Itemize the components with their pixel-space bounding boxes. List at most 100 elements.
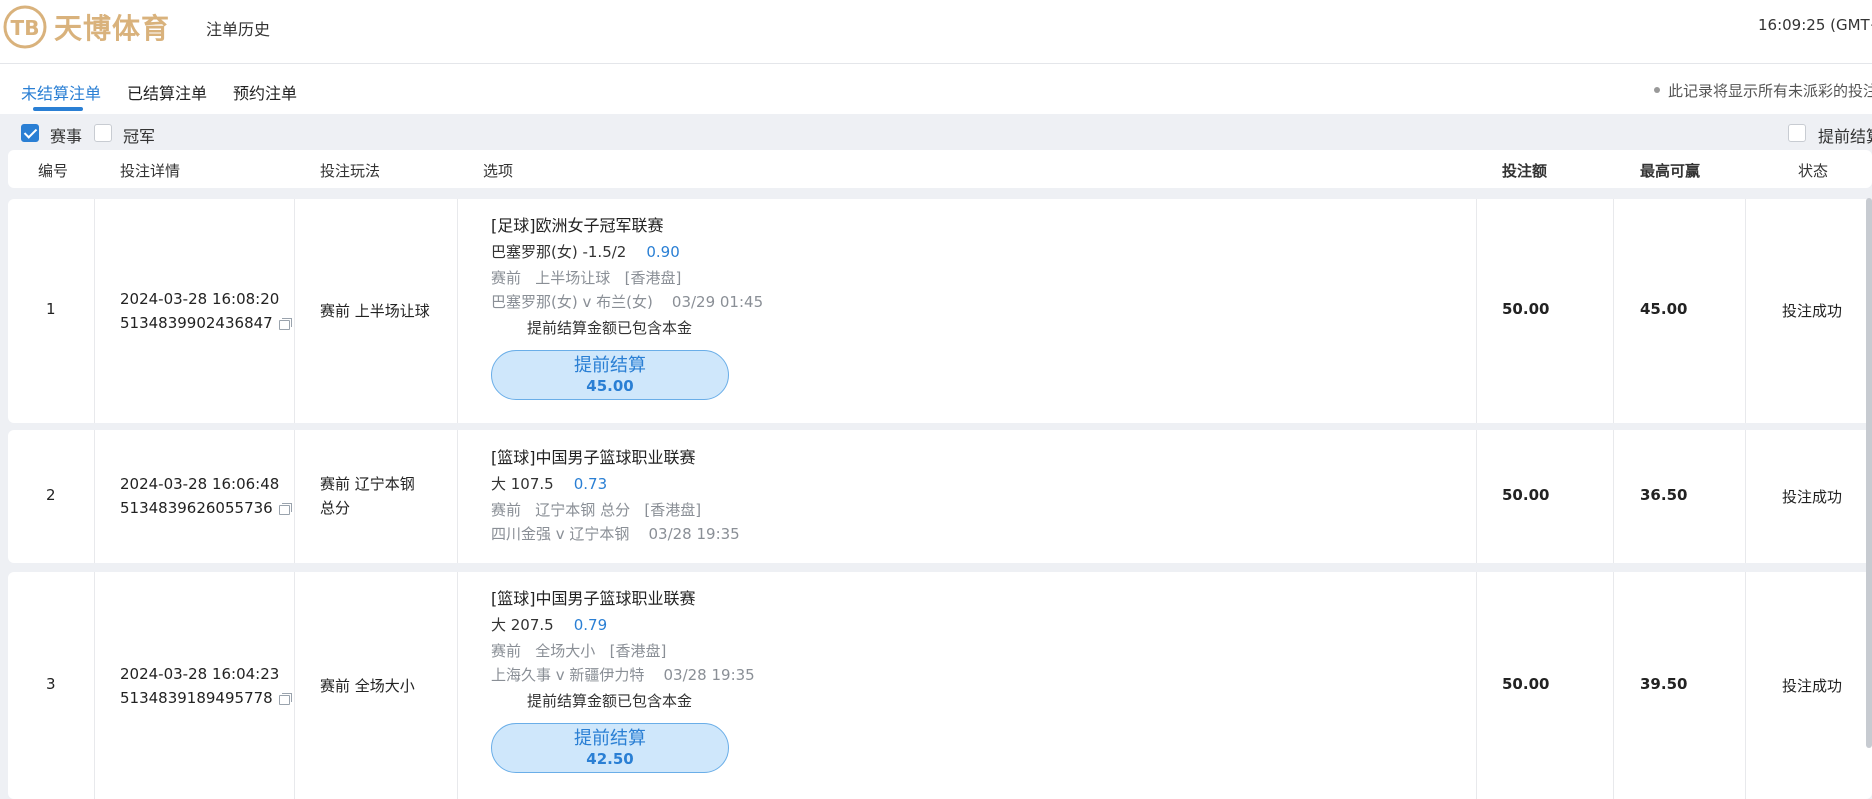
table-row: 3 2024-03-28 16:04:23 5134839189495778 赛… (8, 572, 1872, 799)
header-index: 编号 (38, 162, 69, 180)
bet-datetime: 2024-03-28 16:04:23 (120, 665, 280, 683)
vertical-scrollbar[interactable] (1866, 198, 1872, 748)
copy-icon[interactable] (278, 693, 292, 705)
column-divider (1745, 572, 1746, 799)
bet-type: 赛前 辽宁本钢 总分 (320, 472, 415, 520)
column-divider (1476, 572, 1477, 799)
clock: 16:09:25 (GMT+8 (1758, 16, 1872, 34)
active-tab-indicator (33, 107, 83, 111)
column-divider (1476, 199, 1477, 423)
early-cashout-checkbox-label[interactable]: 提前结算 (1818, 123, 1872, 147)
column-divider (1613, 199, 1614, 423)
odds-value: 0.79 (573, 616, 608, 634)
top-bar: TB 天博体育 注单历史 16:09:25 (GMT+8 (0, 0, 1872, 64)
header-status: 状态 (1798, 162, 1829, 180)
column-divider (1476, 430, 1477, 563)
bet-type: 赛前 全场大小 (320, 677, 415, 695)
cashout-button-label: 提前结算 (574, 728, 646, 749)
column-divider (457, 199, 458, 423)
bet-id-line: 5134839189495778 (120, 686, 292, 710)
stake-amount: 50.00 (1502, 675, 1550, 693)
bet-type: 赛前 上半场让球 (320, 302, 430, 320)
notice-label: 此记录将显示所有未派彩的投注 (1668, 82, 1872, 100)
column-divider (294, 430, 295, 563)
pick-name: 大 207.5 (491, 616, 554, 634)
match-info: 上海久事 v 新疆伊力特 03/28 19:35 (491, 666, 755, 684)
stake-amount: 50.00 (1502, 486, 1550, 504)
column-divider (457, 572, 458, 799)
bet-status: 投注成功 (1782, 302, 1843, 320)
table-row: 2 2024-03-28 16:06:48 5134839626055736 赛… (8, 430, 1872, 563)
market-info: 赛前 全场大小 [香港盘] (491, 642, 667, 660)
bet-id-line: 5134839902436847 (120, 311, 292, 335)
max-win-amount: 36.50 (1640, 486, 1688, 504)
market-info: 赛前 上半场让球 [香港盘] (491, 269, 682, 287)
bet-index: 3 (46, 675, 56, 693)
bet-type-line: 赛前 辽宁本钢 (320, 475, 415, 493)
league-name: [篮球]中国男子篮球职业联赛 (491, 448, 696, 467)
odds-value: 0.73 (573, 475, 608, 493)
bet-datetime: 2024-03-28 16:08:20 (120, 290, 280, 308)
bet-details: 2024-03-28 16:04:23 5134839189495778 (120, 662, 292, 710)
column-divider (1745, 430, 1746, 563)
early-cashout-checkbox[interactable] (1788, 124, 1806, 142)
max-win-amount: 39.50 (1640, 675, 1688, 693)
bullet-icon (1654, 86, 1660, 93)
bet-type-line: 总分 (320, 499, 351, 517)
league-name: [足球]欧洲女子冠军联赛 (491, 216, 664, 235)
bet-id: 5134839626055736 (120, 499, 273, 517)
pick-line: 大 107.5 0.73 (491, 470, 740, 498)
match-info: 巴塞罗那(女) v 布兰(女) 03/29 01:45 (491, 293, 764, 311)
column-divider (457, 430, 458, 563)
tab-settled[interactable]: 已结算注单 (127, 80, 207, 104)
bet-details: 2024-03-28 16:06:48 5134839626055736 (120, 472, 292, 520)
bet-selection: [篮球]中国男子篮球职业联赛 大 107.5 0.73 赛前 辽宁本钢 总分 [香… (491, 446, 740, 546)
outright-checkbox[interactable] (94, 124, 112, 142)
header-bet-type: 投注玩法 (320, 162, 381, 180)
column-divider (294, 572, 295, 799)
match-info: 四川金强 v 辽宁本钢 03/28 19:35 (491, 525, 740, 543)
column-divider (94, 572, 95, 799)
league-name: [篮球]中国男子篮球职业联赛 (491, 589, 696, 608)
tab-unsettled[interactable]: 未结算注单 (21, 80, 101, 104)
cashout-note: 提前结算金额已包含本金 (527, 319, 693, 337)
copy-icon[interactable] (278, 318, 292, 330)
bet-selection: [篮球]中国男子篮球职业联赛 大 207.5 0.79 赛前 全场大小 [香港盘]… (491, 587, 755, 773)
pick-name: 大 107.5 (491, 475, 554, 493)
early-cashout-button[interactable]: 提前结算 42.50 (491, 723, 729, 773)
event-checkbox[interactable] (21, 124, 39, 142)
cashout-note: 提前结算金额已包含本金 (527, 692, 693, 710)
cashout-amount: 45.00 (586, 377, 634, 395)
filter-bar: 赛事 冠军 提前结算 (0, 114, 1872, 150)
max-win-amount: 45.00 (1640, 300, 1688, 318)
column-divider (294, 199, 295, 423)
column-divider (1613, 430, 1614, 563)
outright-checkbox-label[interactable]: 冠军 (123, 123, 155, 147)
early-cashout-button[interactable]: 提前结算 45.00 (491, 350, 729, 400)
pick-name: 巴塞罗那(女) -1.5/2 (491, 243, 627, 261)
header-max-win: 最高可赢 (1640, 162, 1701, 180)
table-header: 编号 投注详情 投注玩法 选项 投注额 最高可赢 状态 (8, 150, 1872, 188)
bet-status: 投注成功 (1782, 488, 1843, 506)
bet-index: 2 (46, 486, 56, 504)
stake-amount: 50.00 (1502, 300, 1550, 318)
header-selection: 选项 (483, 162, 514, 180)
odds-value: 0.90 (646, 243, 680, 261)
bet-details: 2024-03-28 16:08:20 5134839902436847 (120, 287, 292, 335)
bet-datetime: 2024-03-28 16:06:48 (120, 475, 280, 493)
pick-line: 巴塞罗那(女) -1.5/2 0.90 (491, 238, 763, 266)
cashout-amount: 42.50 (586, 750, 634, 768)
page-title: 注单历史 (206, 20, 271, 39)
bet-id-line: 5134839626055736 (120, 496, 292, 520)
bet-id: 5134839189495778 (120, 689, 273, 707)
column-divider (1745, 199, 1746, 423)
copy-icon[interactable] (278, 503, 292, 515)
brand-logo[interactable]: TB 天博体育 (2, 2, 170, 52)
brand-logo-icon: TB (3, 5, 47, 49)
column-divider (94, 430, 95, 563)
header-bet-details: 投注详情 (120, 162, 181, 180)
bet-selection: [足球]欧洲女子冠军联赛 巴塞罗那(女) -1.5/2 0.90 赛前 上半场让球… (491, 214, 763, 400)
cashout-button-label: 提前结算 (574, 355, 646, 376)
tab-reserved[interactable]: 预约注单 (233, 80, 297, 104)
event-checkbox-label[interactable]: 赛事 (50, 123, 82, 147)
